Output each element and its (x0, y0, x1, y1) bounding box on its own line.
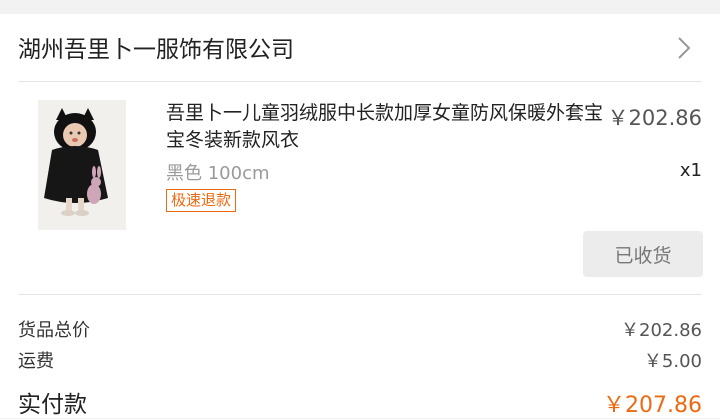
paid-amount-value: ￥207.86 (603, 393, 702, 418)
fast-refund-badge: 极速退款 (166, 189, 237, 212)
shop-header[interactable]: 湖州吾里卜一服饰有限公司 (0, 14, 720, 82)
product-image[interactable] (38, 100, 126, 230)
shop-name[interactable]: 湖州吾里卜一服饰有限公司 (18, 30, 294, 64)
received-status-button[interactable]: 已收货 (583, 231, 703, 277)
divider (18, 294, 702, 295)
divider (18, 81, 702, 82)
goods-total-label: 货品总价 (18, 320, 90, 341)
chevron-right-icon[interactable] (672, 34, 696, 62)
product-variant: 黑色 100cm (166, 163, 270, 184)
product-title[interactable]: 吾里卜一儿童羽绒服中长款加厚女童防风保暖外套宝宝冬装新款风衣 (166, 100, 606, 154)
product-price: ￥202.86 (607, 106, 702, 130)
product-quantity: x1 (679, 160, 702, 181)
shipping-value: ￥5.00 (643, 351, 702, 372)
paid-amount-label: 实付款 (18, 392, 87, 418)
goods-total-value: ￥202.86 (621, 320, 702, 341)
product-photo-icon (38, 100, 126, 230)
order-card: 湖州吾里卜一服饰有限公司 吾里卜一儿童羽绒服中长款加厚女童防风保暖外套宝宝冬装新… (0, 14, 720, 418)
shipping-label: 运费 (18, 351, 54, 372)
